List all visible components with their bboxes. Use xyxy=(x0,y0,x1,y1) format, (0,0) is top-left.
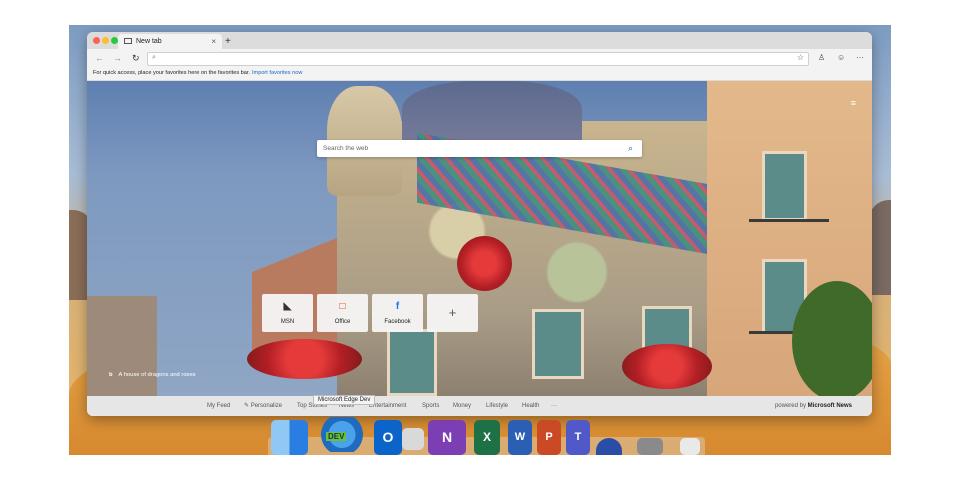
background-window xyxy=(387,329,437,396)
powerpoint-icon[interactable]: P xyxy=(537,420,561,455)
add-quick-link-button[interactable]: + xyxy=(427,294,478,332)
background-window xyxy=(762,151,807,221)
news-tab-lifestyle[interactable]: Lifestyle xyxy=(486,396,508,416)
news-bar: My Feed ✎ Personalize Top Stories News E… xyxy=(87,396,872,416)
tab-new-tab[interactable]: New tab × xyxy=(118,34,222,49)
minimize-window-button[interactable] xyxy=(102,37,109,44)
msn-icon: ◣ xyxy=(283,301,292,312)
address-bar[interactable]: ⌕ ☆ xyxy=(147,52,809,66)
edge-window: New tab × + ← → ↻ ⌕ ☆ ♙ ☺ ··· For quick … xyxy=(87,32,872,416)
dev-badge: DEV xyxy=(326,432,347,441)
new-tab-page: ≡ Search the web ⌕ ◣ MSN □ Office f Face… xyxy=(87,81,872,396)
news-tab-health[interactable]: Health xyxy=(522,396,539,416)
teams-icon[interactable]: T xyxy=(566,420,590,455)
more-menu-icon[interactable]: ··· xyxy=(856,51,864,65)
favorites-bar: For quick access, place your favorites h… xyxy=(87,67,872,81)
bing-logo-icon: b xyxy=(109,372,113,378)
onenote-icon[interactable]: N xyxy=(428,420,466,455)
powered-by-prefix: powered by xyxy=(774,403,806,409)
facebook-icon: f xyxy=(395,301,400,312)
profile-icon[interactable]: ♙ xyxy=(818,51,825,65)
background-roses xyxy=(247,339,362,379)
background-roses xyxy=(457,236,512,291)
news-tab-personalize[interactable]: ✎ Personalize xyxy=(244,396,282,416)
rock-right xyxy=(869,200,891,295)
image-credit-text: A house of dragons and roses xyxy=(118,372,196,378)
search-icon: ⌕ xyxy=(152,54,156,61)
quick-link-msn[interactable]: ◣ MSN xyxy=(262,294,313,332)
powered-by-label: powered by Microsoft News xyxy=(775,396,852,416)
word-icon[interactable]: W xyxy=(508,420,532,455)
refresh-icon[interactable]: ↻ xyxy=(132,50,140,66)
title-bar: New tab × + xyxy=(87,32,872,49)
search-box[interactable]: Search the web ⌕ xyxy=(317,140,642,157)
powered-by-brand: Microsoft News xyxy=(807,403,852,409)
feedback-emoji-icon[interactable]: ☺ xyxy=(837,51,845,65)
system-preferences-icon[interactable] xyxy=(637,438,663,455)
close-tab-icon[interactable]: × xyxy=(211,34,216,49)
quick-link-facebook[interactable]: f Facebook xyxy=(372,294,423,332)
quick-link-label: Office xyxy=(334,319,351,325)
zoom-window-button[interactable] xyxy=(111,37,118,44)
excel-icon[interactable]: X xyxy=(474,420,500,455)
toolbar: ← → ↻ ⌕ ☆ ♙ ☺ ··· xyxy=(87,49,872,67)
mail-icon[interactable] xyxy=(402,428,424,450)
import-favorites-link[interactable]: Import favorites now xyxy=(252,67,302,80)
image-credit[interactable]: b A house of dragons and roses xyxy=(109,372,196,378)
background-balcony xyxy=(749,219,829,222)
background-roses xyxy=(622,344,712,389)
plus-icon: + xyxy=(448,305,457,320)
new-tab-button[interactable]: + xyxy=(225,34,231,49)
background-tree xyxy=(792,281,872,396)
background-building-left xyxy=(87,296,157,396)
dock-tooltip: Microsoft Edge Dev xyxy=(313,395,376,405)
favorites-bar-message: For quick access, place your favorites h… xyxy=(93,70,251,76)
close-window-button[interactable] xyxy=(93,37,100,44)
quick-link-office[interactable]: □ Office xyxy=(317,294,368,332)
background-window xyxy=(532,309,584,379)
news-tab-my-feed[interactable]: My Feed xyxy=(207,396,230,416)
trash-icon[interactable] xyxy=(680,438,700,455)
search-input[interactable]: Search the web xyxy=(323,140,368,157)
page-settings-menu-icon[interactable]: ≡ xyxy=(851,98,856,108)
back-icon[interactable]: ← xyxy=(95,50,104,66)
tab-title: New tab xyxy=(136,38,162,45)
news-tab-sports[interactable]: Sports xyxy=(422,396,439,416)
forward-icon[interactable]: → xyxy=(113,50,122,66)
news-more-icon[interactable]: ··· xyxy=(551,396,557,416)
search-icon[interactable]: ⌕ xyxy=(628,141,633,156)
finder-icon[interactable] xyxy=(271,420,308,455)
edge-dev-icon[interactable]: DEV xyxy=(318,417,366,452)
quick-link-label: Facebook xyxy=(384,319,411,325)
tab-page-icon xyxy=(124,38,132,44)
quick-link-label: MSN xyxy=(280,319,295,325)
favorite-star-icon[interactable]: ☆ xyxy=(797,53,804,62)
office-icon: □ xyxy=(339,301,346,312)
outlook-icon[interactable]: O xyxy=(374,420,402,455)
news-tab-money[interactable]: Money xyxy=(453,396,471,416)
